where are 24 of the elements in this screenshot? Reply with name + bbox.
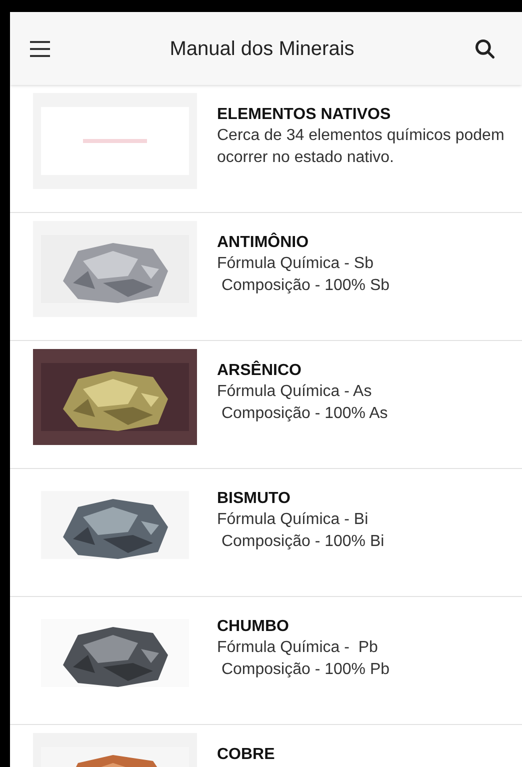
item-title: ELEMENTOS NATIVOS — [217, 105, 392, 125]
item-description: Fórmula Química - Sb — [217, 254, 374, 274]
item-title: ARSÊNICO — [217, 361, 302, 381]
item-description: Fórmula Química - As — [217, 382, 373, 402]
mineral-list-item[interactable]: CHUMBO Fórmula Química - Pb Composição - 100% Pb — [10, 597, 522, 725]
item-title: CHUMBO — [217, 617, 290, 637]
item-description: Fórmula Química - Bi — [217, 510, 370, 530]
search-icon[interactable] — [474, 38, 496, 60]
item-description: Composição - 100% As — [220, 404, 388, 424]
mineral-list-item[interactable]: ANTIMÔNIO Fórmula Química - Sb Composição - 100% Sb — [10, 213, 522, 341]
item-description: Cerca de 34 elementos químicos podem ocorrer no estado nativo. — [217, 126, 506, 168]
item-title: BISMUTO — [217, 489, 292, 509]
mineral-list-item[interactable]: BISMUTO Fórmula Química - Bi Composição - 100% Bi — [10, 469, 522, 597]
item-title: COBRE — [217, 745, 275, 765]
mineral-list-item[interactable]: ARSÊNICO Fórmula Química - As Composição - 100% As — [10, 341, 522, 469]
item-description: Composição - 100% Pb — [220, 660, 390, 680]
item-description: Composição - 100% Sb — [220, 276, 390, 296]
item-description: Fórmula Química - Pb — [217, 638, 379, 658]
item-title: ANTIMÔNIO — [217, 233, 310, 253]
mineral-list-item[interactable]: COBRE — [10, 725, 522, 767]
mineral-list-item[interactable]: ELEMENTOS NATIVOS Cerca de 34 elementos químicos podem ocorrer no estado nativo. — [10, 85, 522, 213]
app-title: Manual dos Minerais — [170, 36, 354, 62]
menu-icon[interactable] — [30, 40, 50, 56]
item-description: Composição - 100% Bi — [220, 532, 384, 552]
